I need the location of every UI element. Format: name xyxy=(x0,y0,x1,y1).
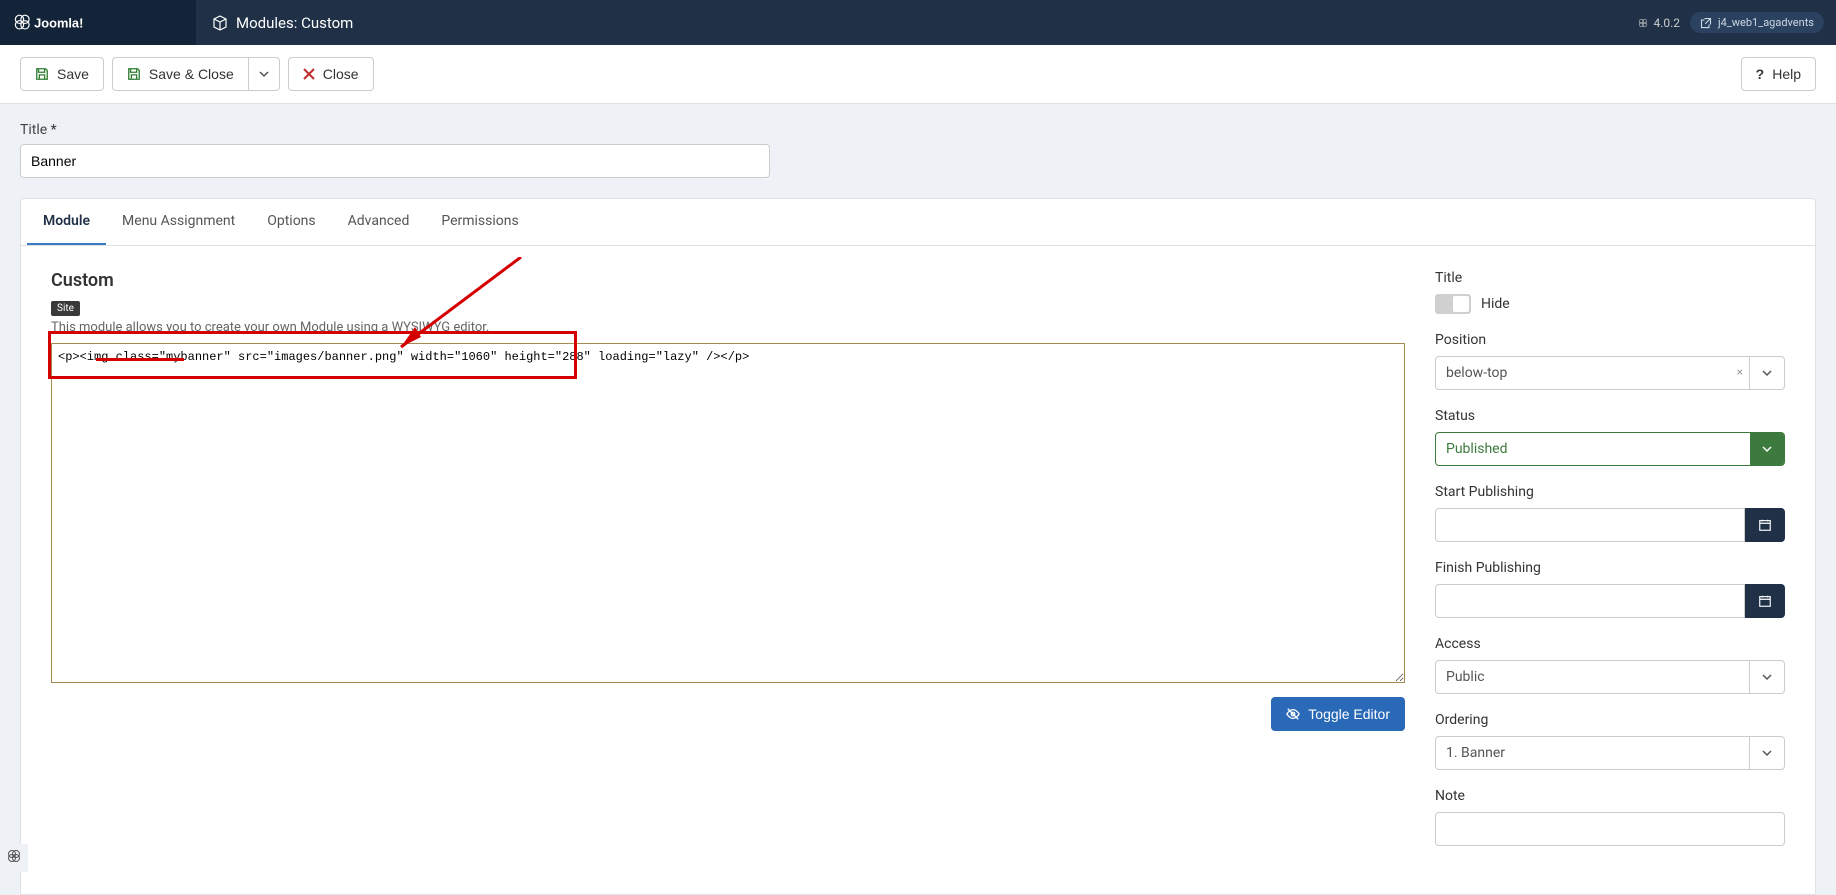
note-input[interactable] xyxy=(1435,812,1785,846)
ordering-select[interactable]: 1. Banner xyxy=(1435,736,1785,770)
chevron-down-icon xyxy=(259,69,269,79)
tab-module[interactable]: Module xyxy=(27,199,106,245)
calendar-icon xyxy=(1758,594,1772,608)
module-description: This module allows you to create your ow… xyxy=(51,320,1405,335)
chevron-down-icon xyxy=(1762,368,1772,378)
joomla-logo-icon: Joomla! xyxy=(14,12,124,34)
status-caret[interactable] xyxy=(1750,433,1784,465)
page-title: Modules: Custom xyxy=(236,14,353,32)
action-toolbar: Save Save & Close Close ? Help xyxy=(0,45,1836,104)
close-button[interactable]: Close xyxy=(288,57,374,91)
access-label: Access xyxy=(1435,636,1785,652)
status-label: Status xyxy=(1435,408,1785,424)
chevron-down-icon xyxy=(1762,748,1772,758)
position-caret[interactable] xyxy=(1749,357,1784,389)
save-button[interactable]: Save xyxy=(20,57,104,91)
joomla-footer-icon xyxy=(6,848,22,864)
topbar-right: 4.0.2 j4_web1_agadvents xyxy=(1637,12,1836,33)
cube-icon xyxy=(212,15,228,31)
toggle-editor-button[interactable]: Toggle Editor xyxy=(1271,697,1405,731)
footer-logo[interactable] xyxy=(0,844,28,872)
external-link-icon xyxy=(1700,17,1712,29)
page-title-area: Modules: Custom xyxy=(196,14,353,32)
tabs-container: Module Menu Assignment Options Advanced … xyxy=(20,198,1816,895)
calendar-icon xyxy=(1758,518,1772,532)
panel-right: Title Hide Position below-top × Stat xyxy=(1435,270,1785,864)
tab-menu-assignment[interactable]: Menu Assignment xyxy=(106,199,251,245)
chevron-down-icon xyxy=(1762,672,1772,682)
access-caret[interactable] xyxy=(1749,661,1784,693)
tab-permissions[interactable]: Permissions xyxy=(425,199,534,245)
status-select[interactable]: Published xyxy=(1435,432,1785,466)
ordering-caret[interactable] xyxy=(1749,737,1784,769)
module-heading: Custom xyxy=(51,270,1405,291)
content-area: Title * Module Menu Assignment Options A… xyxy=(0,104,1836,895)
close-icon xyxy=(303,68,315,80)
brand-logo[interactable]: Joomla! xyxy=(0,0,196,45)
tabbar: Module Menu Assignment Options Advanced … xyxy=(21,199,1815,246)
note-label: Note xyxy=(1435,788,1785,804)
finish-publishing-calendar[interactable] xyxy=(1745,584,1785,618)
start-publishing-calendar[interactable] xyxy=(1745,508,1785,542)
save-close-group: Save & Close xyxy=(112,57,280,91)
finish-publishing-label: Finish Publishing xyxy=(1435,560,1785,576)
panel-left: Custom Site This module allows you to cr… xyxy=(51,270,1405,864)
editor-textarea[interactable]: <p><img class="mybanner" src="images/ban… xyxy=(51,343,1405,683)
tab-options[interactable]: Options xyxy=(251,199,331,245)
access-select[interactable]: Public xyxy=(1435,660,1785,694)
save-icon xyxy=(35,67,49,81)
tab-advanced[interactable]: Advanced xyxy=(332,199,426,245)
position-select[interactable]: below-top × xyxy=(1435,356,1785,390)
title-label: Title * xyxy=(20,122,1816,138)
joomla-small-icon xyxy=(1637,17,1649,29)
title-toggle-text: Hide xyxy=(1481,296,1510,312)
ordering-label: Ordering xyxy=(1435,712,1785,728)
save-icon xyxy=(127,67,141,81)
position-label: Position xyxy=(1435,332,1785,348)
title-input[interactable] xyxy=(20,144,770,178)
editor-wrap: <p><img class="mybanner" src="images/ban… xyxy=(51,343,1405,687)
finish-publishing-input[interactable] xyxy=(1435,584,1745,618)
question-icon: ? xyxy=(1756,66,1765,82)
save-close-button[interactable]: Save & Close xyxy=(112,57,248,91)
version-indicator[interactable]: 4.0.2 xyxy=(1637,16,1680,30)
site-badge: Site xyxy=(51,301,80,316)
eye-slash-icon xyxy=(1286,707,1300,721)
title-toggle-label: Title xyxy=(1435,270,1785,286)
start-publishing-input[interactable] xyxy=(1435,508,1745,542)
chevron-down-icon xyxy=(1762,444,1772,454)
topbar: Joomla! Modules: Custom 4.0.2 j4_web1_ag… xyxy=(0,0,1836,45)
svg-text:Joomla!: Joomla! xyxy=(34,15,83,30)
module-panel: Custom Site This module allows you to cr… xyxy=(21,246,1815,894)
start-publishing-label: Start Publishing xyxy=(1435,484,1785,500)
save-close-dropdown[interactable] xyxy=(248,57,280,91)
title-toggle-switch[interactable] xyxy=(1435,294,1471,314)
position-clear[interactable]: × xyxy=(1731,357,1749,389)
site-link-pill[interactable]: j4_web1_agadvents xyxy=(1690,12,1824,33)
help-button[interactable]: ? Help xyxy=(1741,57,1816,91)
